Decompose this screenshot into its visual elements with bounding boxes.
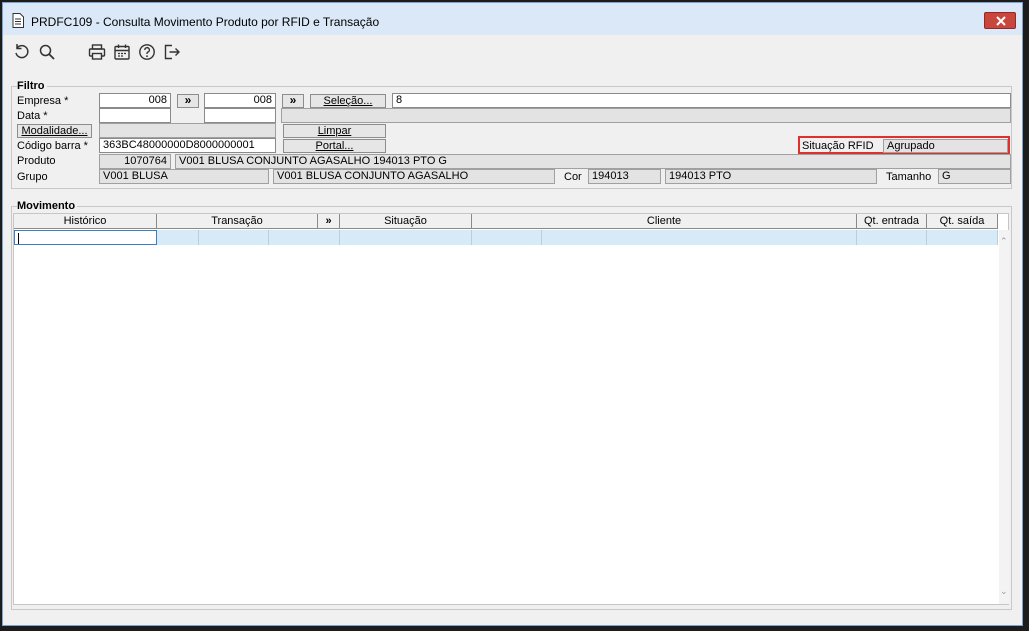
filtro-legend: Filtro xyxy=(17,80,47,92)
codigo-barra-field[interactable]: 363BC48000000D8000000001 xyxy=(99,138,276,153)
text-caret xyxy=(18,233,19,244)
produto-code-field: 1070764 xyxy=(99,154,171,169)
cor-code-field: 194013 xyxy=(588,169,661,184)
data-label: Data * xyxy=(17,110,48,122)
portal-button[interactable]: Portal... xyxy=(283,139,386,153)
grupo-code-field: V001 BLUSA xyxy=(99,169,269,184)
tamanho-field: G xyxy=(938,169,1011,184)
empresa-to-range-button[interactable]: » xyxy=(282,94,304,108)
print-icon[interactable] xyxy=(88,43,106,61)
column-expand-button[interactable]: » xyxy=(318,214,340,229)
selecao-value-field[interactable]: 8 xyxy=(392,93,1011,108)
data-extra-field xyxy=(281,108,1011,123)
window-title: PRDFC109 - Consulta Movimento Produto po… xyxy=(31,15,380,29)
column-qt-saida[interactable]: Qt. saída xyxy=(927,214,998,229)
modalidade-field xyxy=(99,123,276,138)
document-icon xyxy=(12,13,24,28)
calendar-icon[interactable] xyxy=(113,43,131,61)
produto-description-field: V001 BLUSA CONJUNTO AGASALHO 194013 PTO … xyxy=(175,154,1011,169)
column-situacao[interactable]: Situação xyxy=(340,214,472,229)
cell-transacao-1[interactable] xyxy=(157,230,199,245)
modalidade-button[interactable]: Modalidade... xyxy=(17,124,92,138)
close-button[interactable] xyxy=(984,12,1016,29)
produto-label: Produto xyxy=(17,155,56,167)
grid-header: Histórico Transação » Situação Cliente Q… xyxy=(14,214,998,229)
situacao-rfid-label: Situação RFID xyxy=(802,140,874,152)
cell-cliente-name[interactable] xyxy=(542,230,857,245)
limpar-button[interactable]: Limpar xyxy=(283,124,386,138)
title-bar: PRDFC109 - Consulta Movimento Produto po… xyxy=(3,3,1022,35)
codigo-barra-label: Código barra * xyxy=(17,140,88,152)
scroll-down-icon[interactable]: ⌄ xyxy=(1000,586,1008,597)
cell-transacao-3[interactable] xyxy=(269,230,340,245)
cell-qt-saida[interactable] xyxy=(927,230,998,245)
cell-cliente-code[interactable] xyxy=(472,230,542,245)
column-cliente[interactable]: Cliente xyxy=(472,214,857,229)
movimento-grid[interactable]: Histórico Transação » Situação Cliente Q… xyxy=(13,213,1009,605)
refresh-icon[interactable] xyxy=(13,43,31,61)
empresa-from-field[interactable]: 008 xyxy=(99,93,171,108)
empresa-range-button[interactable]: » xyxy=(177,94,199,108)
situacao-rfid-field: Agrupado xyxy=(883,139,1008,153)
selecao-button[interactable]: Seleção... xyxy=(310,94,386,108)
cor-label: Cor xyxy=(564,171,582,183)
column-qt-entrada[interactable]: Qt. entrada xyxy=(857,214,927,229)
grupo-label: Grupo xyxy=(17,171,48,183)
data-to-field[interactable] xyxy=(204,108,276,123)
toolbar xyxy=(3,36,1022,66)
table-row[interactable] xyxy=(14,230,998,245)
grupo-description-field: V001 BLUSA CONJUNTO AGASALHO xyxy=(273,169,555,184)
cell-transacao-2[interactable] xyxy=(199,230,269,245)
scroll-up-icon[interactable]: ⌃ xyxy=(1000,236,1008,247)
column-historico[interactable]: Histórico xyxy=(14,214,157,229)
exit-icon[interactable] xyxy=(163,43,181,61)
empresa-label: Empresa * xyxy=(17,95,69,107)
close-icon xyxy=(996,16,1006,26)
data-from-field[interactable] xyxy=(99,108,171,123)
help-icon[interactable] xyxy=(138,43,156,61)
column-transacao[interactable]: Transação xyxy=(157,214,318,229)
search-icon[interactable] xyxy=(38,43,56,61)
empresa-to-field[interactable]: 008 xyxy=(204,93,276,108)
cell-qt-entrada[interactable] xyxy=(857,230,927,245)
cell-historico[interactable] xyxy=(14,230,157,245)
tamanho-label: Tamanho xyxy=(886,171,932,183)
cor-description-field: 194013 PTO xyxy=(665,169,877,184)
movimento-legend: Movimento xyxy=(17,200,78,212)
cell-situacao[interactable] xyxy=(340,230,472,245)
vertical-scrollbar[interactable]: ⌃ ⌄ xyxy=(999,230,1009,604)
